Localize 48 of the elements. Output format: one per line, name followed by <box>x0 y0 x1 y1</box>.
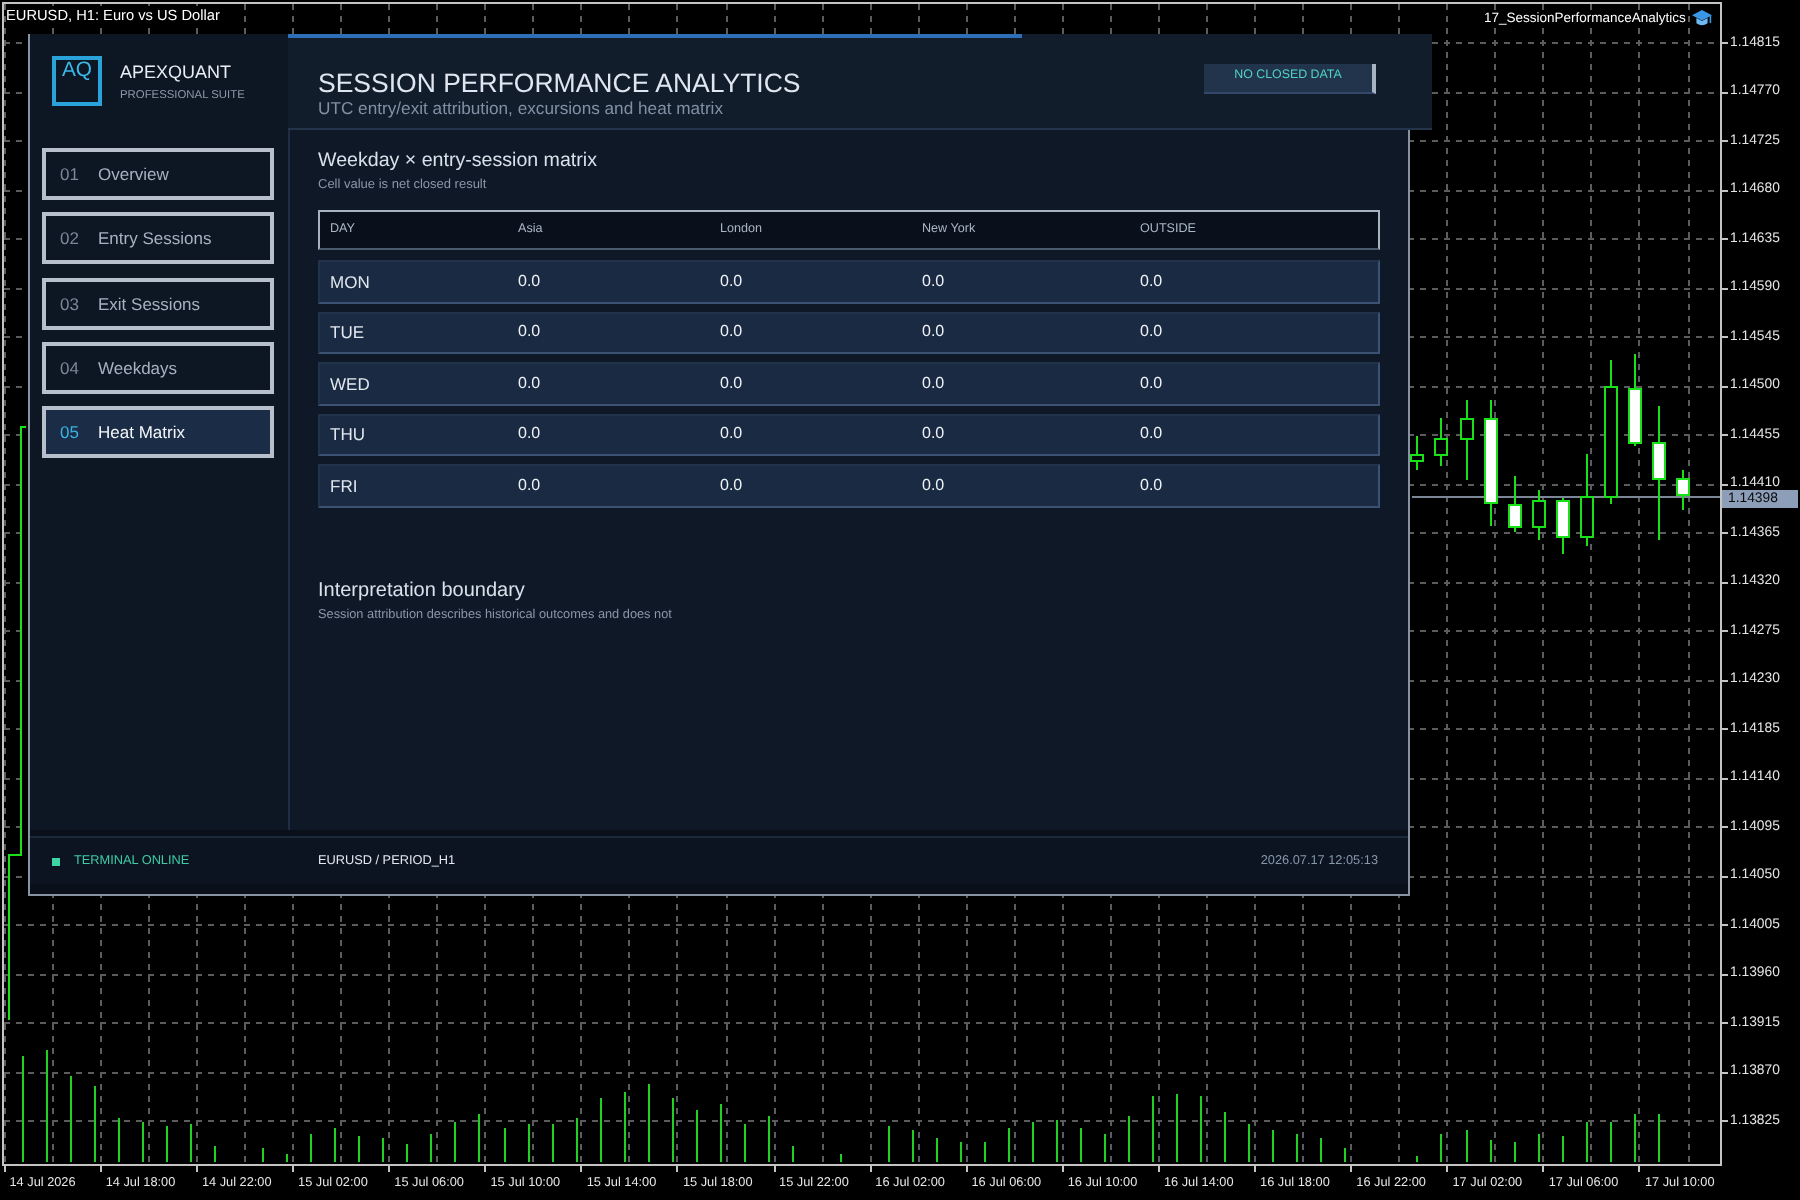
table-cell: 0.0 <box>720 424 743 445</box>
table-cell: 0.0 <box>1140 373 1163 394</box>
table-cell: 0.0 <box>518 322 541 343</box>
candlestick <box>1556 497 1570 555</box>
table-cell: 0.0 <box>720 475 743 496</box>
logo: AQ <box>52 56 102 106</box>
nav-item[interactable]: 03 Exit Sessions <box>42 277 274 329</box>
candlestick <box>1532 489 1546 541</box>
brand-name: APEXQUANT <box>120 62 232 84</box>
nav-item[interactable]: 04 Weekdays <box>42 341 274 394</box>
row-header: WED <box>330 373 370 394</box>
candlestick <box>1580 453 1594 547</box>
section-title: Weekday × entry-session matrix <box>318 150 597 174</box>
nav-item[interactable]: 05 Heat Matrix <box>42 406 274 458</box>
graduation-cap-icon <box>1691 10 1712 28</box>
candlestick <box>1410 435 1424 471</box>
row-header: MON <box>330 271 370 292</box>
table-cell: 0.0 <box>720 373 743 394</box>
table-cell: 0.0 <box>518 373 541 394</box>
table-cell: 0.0 <box>922 475 945 496</box>
candlestick <box>1460 399 1474 481</box>
nav-item[interactable]: 01 Overview <box>42 148 274 200</box>
nav-item[interactable]: 02 Entry Sessions <box>42 212 274 265</box>
candlestick <box>1676 469 1690 511</box>
row-header: THU <box>330 424 365 445</box>
table-cell: 0.0 <box>518 475 541 496</box>
table-cell: 0.0 <box>720 271 743 292</box>
candlestick <box>1652 405 1666 541</box>
table-cell: 0.0 <box>518 424 541 445</box>
table-cell: 0.0 <box>518 271 541 292</box>
table-cell: 0.0 <box>922 373 945 394</box>
section-title: Interpretation boundary <box>318 579 525 603</box>
table-cell: 0.0 <box>922 271 945 292</box>
table-cell: 0.0 <box>720 322 743 343</box>
table-cell: 0.0 <box>1140 271 1163 292</box>
row-header: TUE <box>330 322 364 343</box>
page-title: SESSION PERFORMANCE ANALYTICS <box>318 67 801 97</box>
row-header: FRI <box>330 475 358 496</box>
table-cell: 0.0 <box>1140 475 1163 496</box>
page-subtitle: UTC entry/exit attribution, excursions and heat matrix <box>318 97 724 117</box>
candlestick <box>1628 353 1642 447</box>
table-cell: 0.0 <box>1140 424 1163 445</box>
table-cell: 0.0 <box>922 424 945 445</box>
candlestick <box>1434 417 1448 467</box>
candlestick <box>1508 475 1522 533</box>
table-cell: 0.0 <box>922 322 945 343</box>
candlestick <box>1484 399 1498 527</box>
table-cell: 0.0 <box>1140 322 1163 343</box>
